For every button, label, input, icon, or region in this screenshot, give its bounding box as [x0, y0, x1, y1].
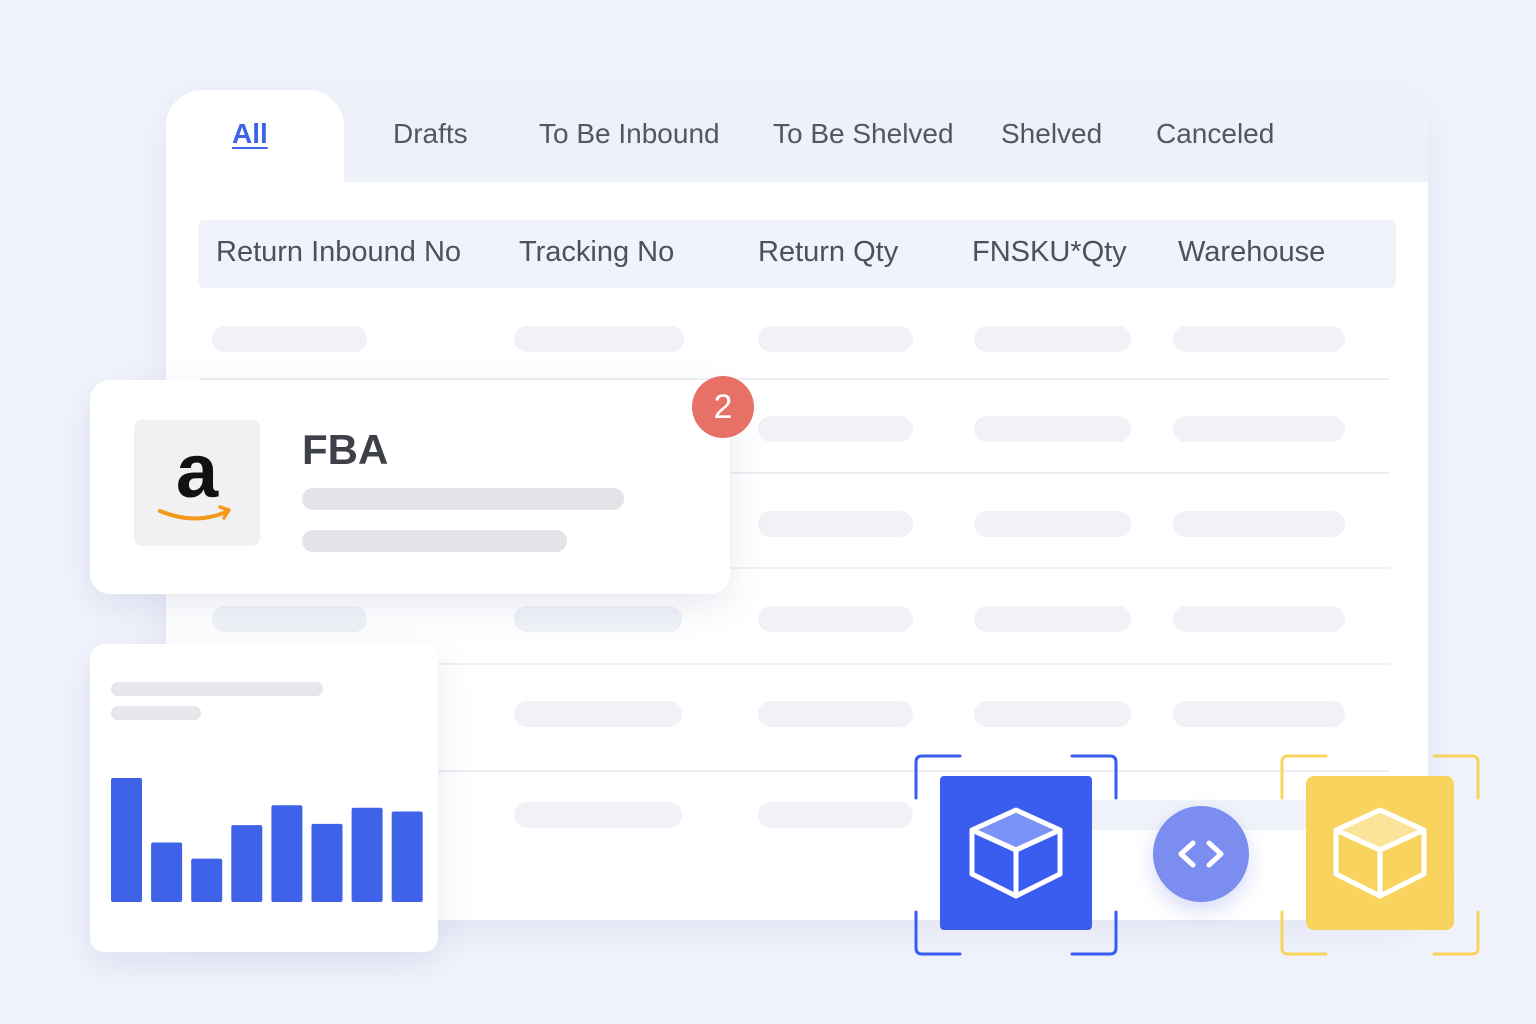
column-header-tracking-no[interactable]: Tracking No — [519, 236, 674, 269]
skeleton-cell — [758, 326, 913, 352]
tab-shelved[interactable]: Shelved — [1001, 118, 1102, 150]
chart-bar — [231, 825, 263, 902]
amazon-logo: a — [134, 420, 260, 546]
skeleton-cell — [758, 701, 913, 727]
code-arrows-icon — [1178, 840, 1224, 868]
skeleton-cell — [514, 802, 682, 828]
skeleton-cell — [1173, 606, 1345, 632]
mini-bar-chart-card — [90, 644, 438, 952]
skeleton-cell — [758, 511, 913, 537]
sync-button[interactable] — [1153, 806, 1249, 902]
tab-all[interactable]: All — [232, 118, 268, 150]
fba-channel-card[interactable]: a FBA — [90, 380, 730, 594]
column-header-fnsku-qty[interactable]: FNSKU*Qty — [972, 236, 1127, 269]
notification-count-badge: 2 — [692, 376, 754, 438]
skeleton-cell — [514, 606, 682, 632]
tab-to-be-shelved[interactable]: To Be Shelved — [773, 118, 954, 150]
skeleton-cell — [974, 606, 1131, 632]
column-header-return-inbound-no[interactable]: Return Inbound No — [216, 236, 461, 269]
chart-bar — [271, 805, 303, 902]
table-header: Return Inbound No Tracking No Return Qty… — [198, 220, 1396, 288]
skeleton-cell — [514, 326, 684, 352]
chart-bar — [351, 807, 383, 902]
chart-bar — [151, 842, 183, 902]
mini-bar-chart — [111, 778, 423, 902]
skeleton-cell — [758, 802, 913, 828]
tab-to-be-inbound[interactable]: To Be Inbound — [539, 118, 720, 150]
chart-bar — [191, 858, 223, 902]
skeleton-cell — [212, 606, 367, 632]
skeleton-cell — [1173, 326, 1345, 352]
chart-bar — [111, 778, 142, 902]
skeleton-cell — [514, 701, 682, 727]
tab-canceled[interactable]: Canceled — [1156, 118, 1274, 150]
skeleton-cell — [974, 326, 1131, 352]
skeleton-line — [302, 530, 567, 552]
tab-drafts[interactable]: Drafts — [393, 118, 468, 150]
skeleton-cell — [758, 606, 913, 632]
skeleton-cell — [974, 701, 1131, 727]
skeleton-cell — [1173, 701, 1345, 727]
skeleton-cell — [1173, 416, 1345, 442]
column-header-return-qty[interactable]: Return Qty — [758, 236, 898, 269]
yellow-box-frame[interactable] — [1278, 752, 1484, 958]
skeleton-cell — [974, 416, 1131, 442]
skeleton-cell — [758, 416, 913, 442]
status-tab-bar: All Drafts To Be Inbound To Be Shelved S… — [166, 90, 1428, 182]
skeleton-cell — [212, 326, 367, 352]
fba-title: FBA — [302, 426, 389, 473]
skeleton-cell — [1173, 511, 1345, 537]
skeleton-cell — [974, 511, 1131, 537]
blue-box-frame[interactable] — [912, 752, 1120, 958]
amazon-smile-icon — [158, 505, 231, 521]
chart-bar — [391, 811, 423, 902]
column-header-warehouse[interactable]: Warehouse — [1178, 236, 1325, 269]
chart-bar — [311, 823, 343, 902]
skeleton-line — [302, 488, 624, 510]
